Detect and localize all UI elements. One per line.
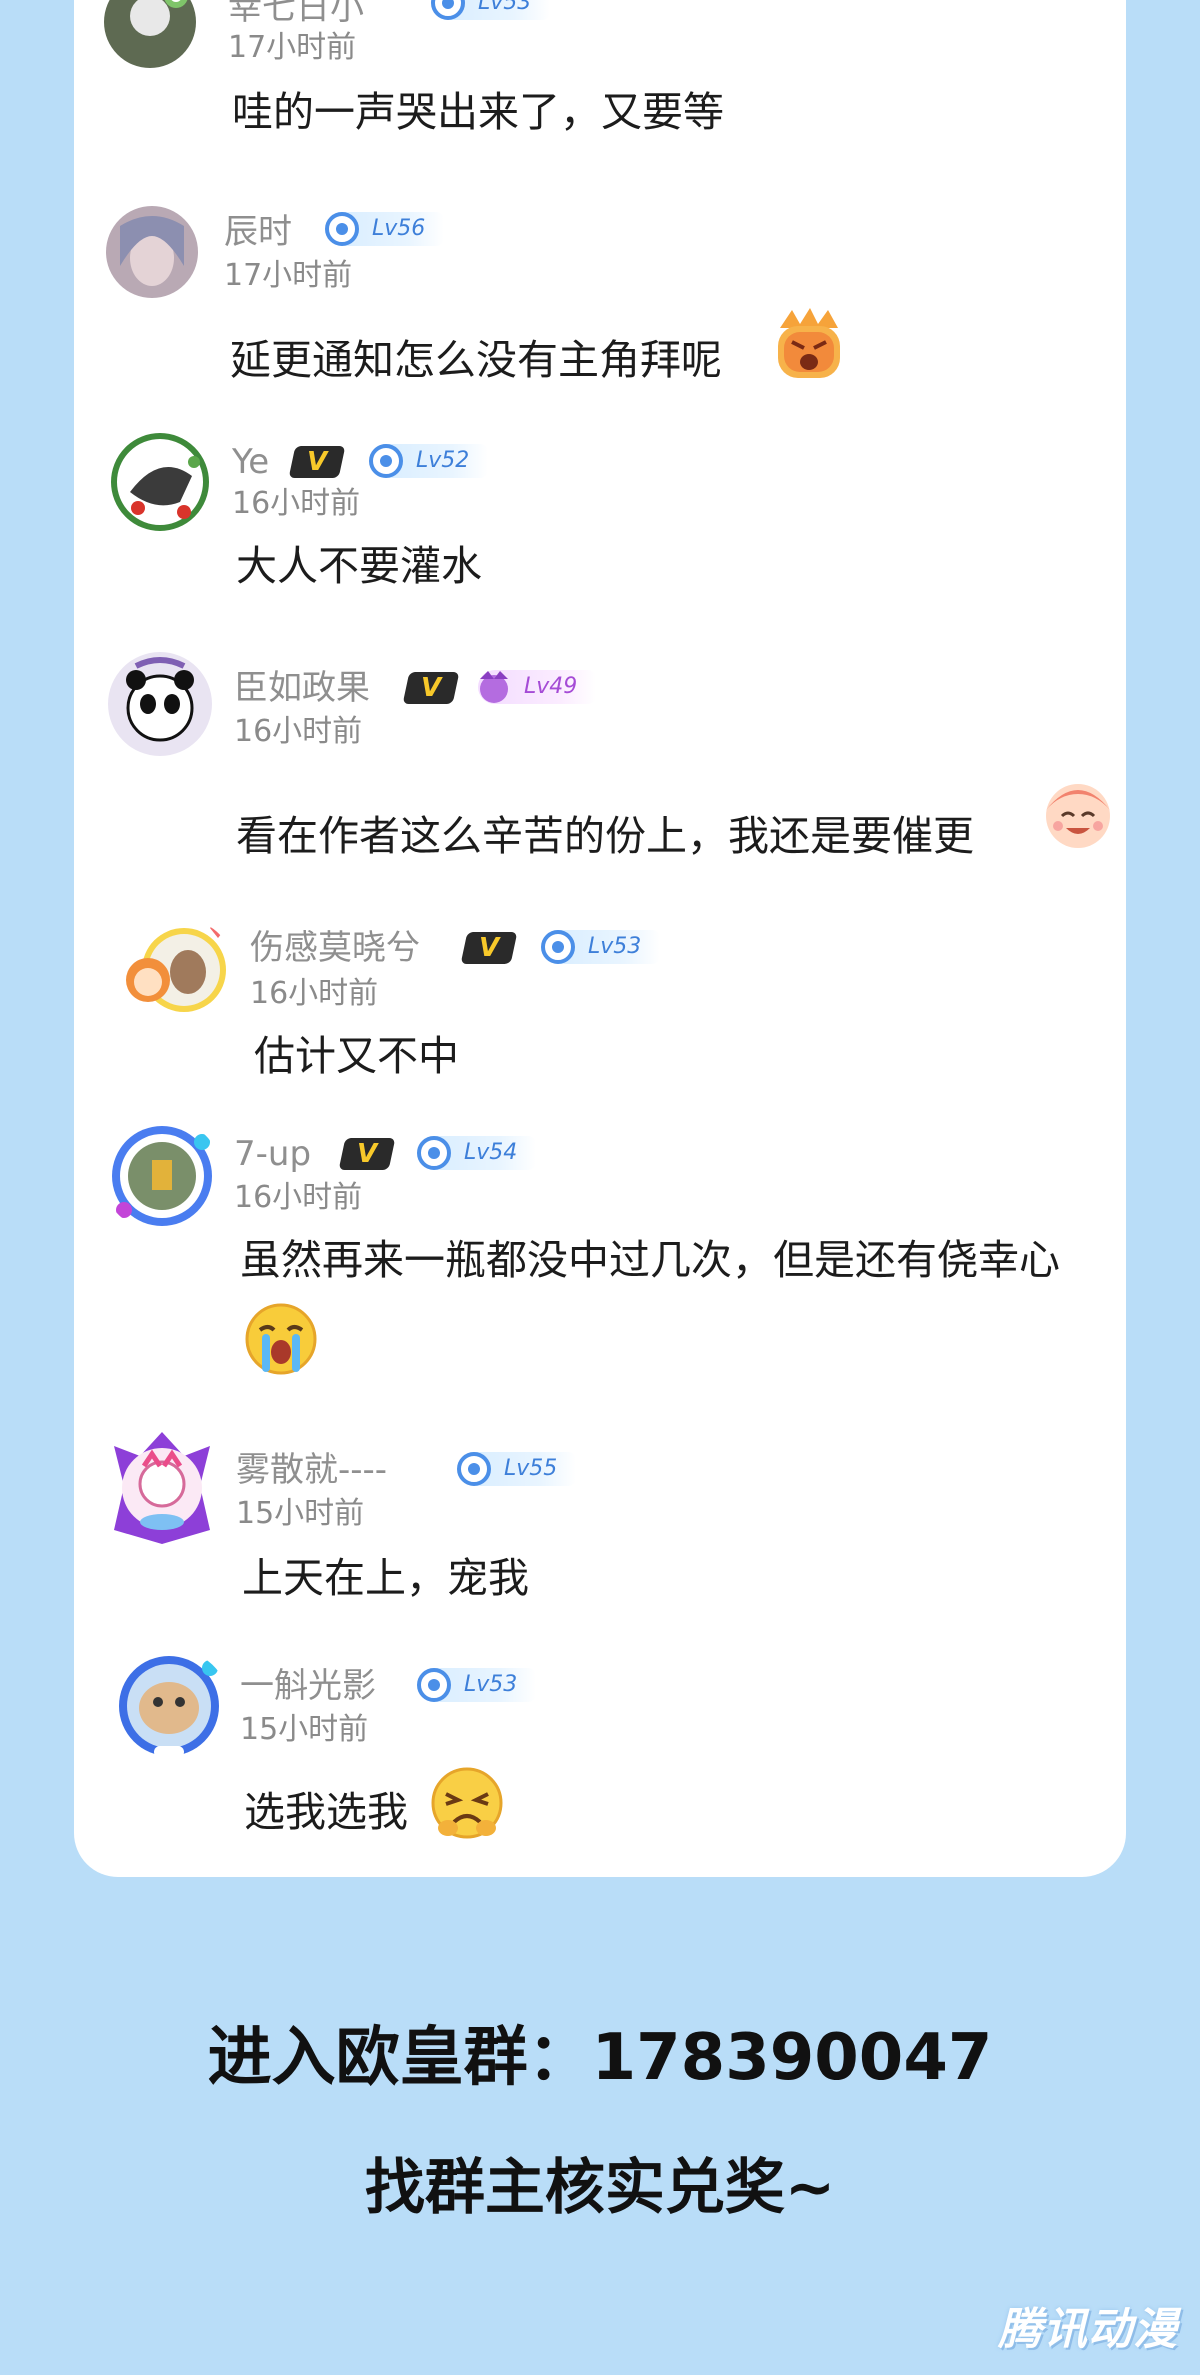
level-badge: Lv53	[431, 0, 550, 20]
laughing-girl-emoji-icon	[1036, 770, 1120, 854]
level-badge: Lv52	[369, 444, 488, 478]
username[interactable]: 伤感莫晓兮	[250, 928, 420, 968]
comment-text: 哇的一声哭出来了，又要等	[232, 88, 724, 136]
username[interactable]: 幸七日小	[228, 0, 364, 28]
timestamp: 17小时前	[228, 30, 357, 65]
level-icon	[431, 0, 465, 20]
level-text: Lv53	[478, 0, 532, 15]
level-badge: Lv49	[478, 670, 596, 704]
level-text: Lv55	[504, 1456, 558, 1481]
level-text: Lv54	[464, 1140, 518, 1165]
avatar[interactable]	[106, 650, 214, 758]
avatar[interactable]	[110, 432, 210, 532]
timestamp: 16小时前	[232, 486, 361, 521]
avatar[interactable]	[104, 1120, 220, 1230]
level-badge: Lv53	[541, 930, 660, 964]
group-number-line: 进入欧皇群：178390047	[207, 2021, 993, 2095]
avatar[interactable]	[106, 206, 198, 298]
comment-text: 看在作者这么辛苦的份上，我还是要催更	[236, 812, 974, 860]
username[interactable]: 辰时	[224, 212, 292, 252]
frustrated-emoji-icon	[428, 1764, 506, 1842]
vip-badge: V	[460, 932, 518, 964]
comment-text: 延更通知怎么没有主角拜呢	[230, 336, 722, 384]
comment-text: 虽然再来一瓶都没中过几次，但是还有侥幸心	[240, 1236, 1060, 1284]
level-text: Lv53	[588, 934, 642, 959]
vip-badge: V	[338, 1138, 396, 1170]
level-badge: Lv56	[325, 212, 444, 246]
avatar[interactable]	[110, 1650, 228, 1762]
angry-shout-emoji-icon	[770, 306, 848, 384]
level-icon	[325, 212, 359, 246]
timestamp: 15小时前	[240, 1712, 369, 1747]
username[interactable]: Ye	[232, 442, 269, 482]
avatar[interactable]	[100, 1426, 224, 1550]
level-icon	[369, 444, 403, 478]
prize-claim-line: 找群主核实兑奖~	[364, 2153, 836, 2223]
level-icon	[417, 1668, 451, 1702]
level-text: Lv52	[416, 448, 470, 473]
vip-badge: V	[288, 446, 346, 478]
username[interactable]: 臣如政果	[234, 668, 370, 708]
level-icon	[480, 671, 508, 703]
level-text: Lv56	[372, 216, 426, 241]
comment-text: 估计又不中	[254, 1032, 459, 1080]
username[interactable]: 7-up	[234, 1134, 311, 1174]
level-icon	[417, 1136, 451, 1170]
watermark-logo: 腾讯动漫	[998, 2304, 1178, 2355]
timestamp: 16小时前	[234, 1180, 363, 1215]
timestamp: 16小时前	[250, 976, 379, 1011]
level-badge: Lv53	[417, 1668, 536, 1702]
level-badge: Lv54	[417, 1136, 536, 1170]
timestamp: 15小时前	[236, 1496, 365, 1531]
level-text: Lv53	[464, 1672, 518, 1697]
username[interactable]: 一斛光影	[240, 1666, 376, 1706]
timestamp: 16小时前	[234, 714, 363, 749]
level-icon	[457, 1452, 491, 1486]
comment-text: 选我选我	[244, 1788, 408, 1836]
vip-badge: V	[402, 672, 460, 704]
avatar[interactable]	[118, 920, 230, 1020]
level-icon	[541, 930, 575, 964]
username[interactable]: 雾散就----	[236, 1450, 387, 1490]
level-badge: Lv55	[457, 1452, 576, 1486]
level-text: Lv49	[524, 674, 578, 699]
timestamp: 17小时前	[224, 258, 353, 293]
comment-text: 大人不要灌水	[236, 542, 482, 590]
comment-text: 上天在上，宠我	[242, 1554, 529, 1602]
crying-emoji-icon	[242, 1300, 320, 1378]
